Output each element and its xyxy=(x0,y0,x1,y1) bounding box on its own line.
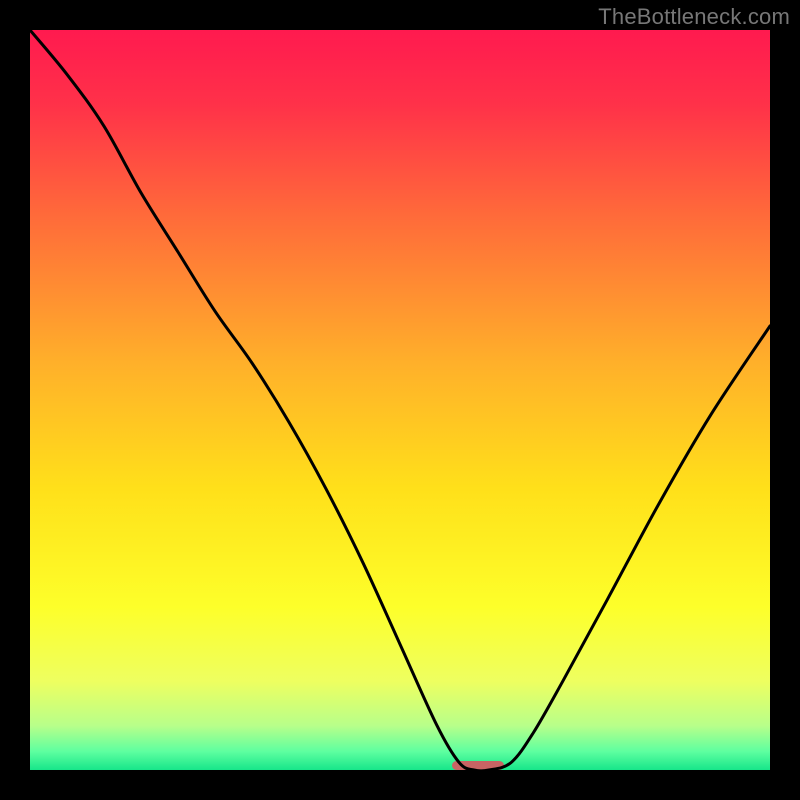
watermark-text: TheBottleneck.com xyxy=(598,4,790,30)
bottleneck-curve xyxy=(30,30,770,770)
chart-frame: TheBottleneck.com xyxy=(0,0,800,800)
plot-area xyxy=(30,30,770,770)
curve-path xyxy=(30,30,770,770)
